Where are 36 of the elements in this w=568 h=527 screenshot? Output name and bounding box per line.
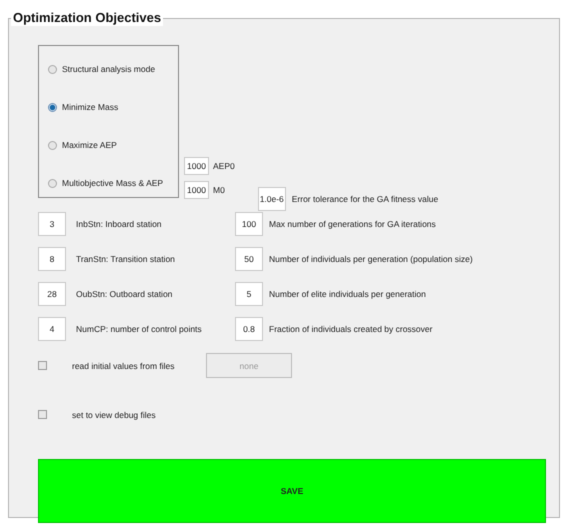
field-label: Fraction of individuals created by crossover [269, 324, 432, 334]
checkbox[interactable] [38, 361, 47, 370]
input-field[interactable]: 8 [38, 247, 66, 271]
checkbox[interactable] [38, 410, 47, 419]
radio-button[interactable] [48, 64, 57, 74]
panel-title: Optimization Objectives [11, 10, 164, 26]
checkbox-label[interactable]: read initial values from files [72, 360, 206, 370]
field-label: Max number of generations for GA iterations [269, 219, 436, 229]
input-field[interactable]: 50 [235, 247, 263, 271]
field-label: Number of elite individuals per generation [269, 289, 426, 299]
checkbox-label[interactable]: set to view debug files [72, 410, 206, 420]
save-button[interactable]: SAVE [38, 459, 546, 523]
radio-button[interactable] [48, 140, 57, 150]
field-label: AEP0 [213, 161, 235, 171]
input-field[interactable]: 28 [38, 282, 66, 306]
input-field[interactable]: 5 [235, 282, 263, 306]
input-field[interactable]: 1.0e-6 [258, 187, 286, 211]
input-field[interactable]: 1000 [184, 181, 209, 199]
field-label: OubStn: Outboard station [76, 289, 172, 299]
radio-button[interactable] [48, 178, 57, 188]
field-label: TranStn: Transition station [76, 254, 175, 264]
radio-label[interactable]: Minimize Mass [62, 102, 118, 112]
input-field[interactable]: 0.8 [235, 317, 263, 341]
field-label: Number of individuals per generation (population size) [269, 254, 473, 264]
field-label: InbStn: Inboard station [76, 219, 162, 229]
input-field[interactable]: 100 [235, 212, 263, 236]
field-label: Error tolerance for the GA fitness value [292, 194, 438, 204]
field-label: NumCP: number of control points [76, 324, 202, 334]
radio-label[interactable]: Structural analysis mode [62, 64, 156, 74]
radio-label[interactable]: Maximize AEP [62, 140, 117, 150]
input-field[interactable]: 4 [38, 317, 66, 341]
input-field[interactable]: 1000 [184, 157, 209, 175]
field-label: M0 [213, 185, 225, 195]
radio-label[interactable]: Multiobjective Mass & AEP [62, 178, 164, 188]
input-field[interactable]: 3 [38, 212, 66, 236]
radio-button[interactable] [48, 102, 57, 112]
